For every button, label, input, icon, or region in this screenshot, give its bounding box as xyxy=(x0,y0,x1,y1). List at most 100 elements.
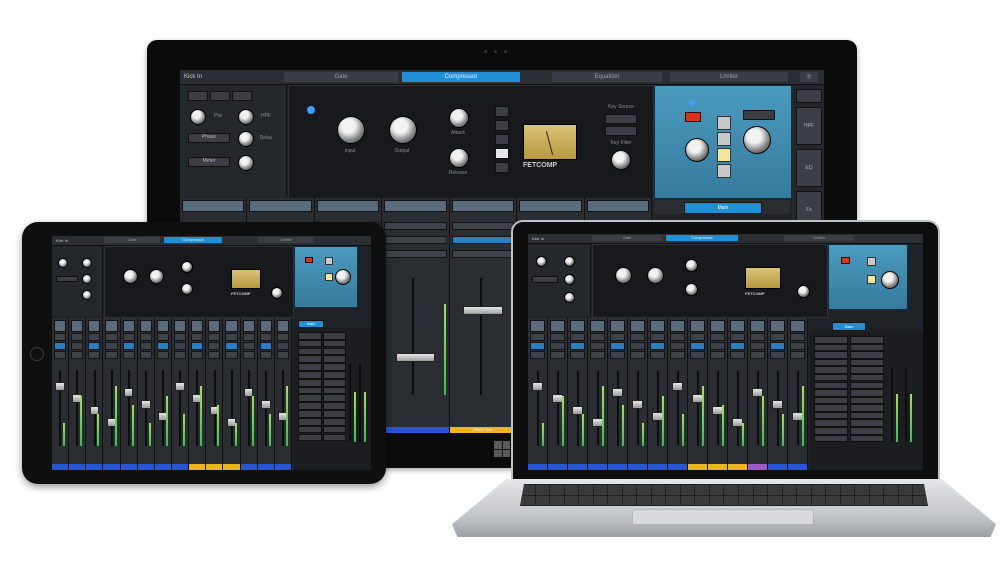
channel-fx-thumbnail[interactable] xyxy=(770,320,785,332)
solo-button[interactable] xyxy=(259,342,272,351)
keyboard-key[interactable] xyxy=(840,495,855,505)
fader-cap[interactable] xyxy=(611,387,624,397)
channel-fx-thumbnail[interactable] xyxy=(225,320,238,332)
phase-button[interactable] xyxy=(532,276,558,283)
mute-button[interactable] xyxy=(122,333,135,342)
solo-button[interactable] xyxy=(610,342,625,351)
channel-fx-thumbnail[interactable] xyxy=(610,320,625,332)
select-button[interactable] xyxy=(570,351,585,360)
subgroup-button[interactable] xyxy=(322,378,347,387)
release-knob[interactable] xyxy=(685,283,698,296)
subgroup-button[interactable] xyxy=(814,389,848,397)
tab-compressor[interactable]: Compressor xyxy=(402,72,520,82)
keyboard-key[interactable] xyxy=(826,485,840,495)
subgroup-button[interactable] xyxy=(814,358,848,367)
keyboard-key[interactable] xyxy=(753,495,768,505)
channel-fx-thumbnail[interactable] xyxy=(191,320,204,332)
fader-cap[interactable] xyxy=(260,400,271,410)
tab-gate[interactable]: Gate xyxy=(592,235,662,241)
keyboard-key[interactable] xyxy=(651,495,666,505)
input-knob[interactable] xyxy=(337,116,365,144)
main-button[interactable]: Main xyxy=(832,322,866,331)
solo-button[interactable] xyxy=(139,342,152,351)
channel-fx-thumbnail[interactable] xyxy=(550,320,565,332)
channel-fx-thumbnail[interactable] xyxy=(570,320,585,332)
windows-logo-icon[interactable] xyxy=(494,441,510,457)
fader-cap[interactable] xyxy=(462,306,503,316)
channel-fx-thumbnail[interactable] xyxy=(750,320,765,332)
keyboard-key[interactable] xyxy=(811,485,826,495)
select-button[interactable] xyxy=(650,351,665,360)
select-button[interactable] xyxy=(610,351,625,360)
subgroup-button[interactable] xyxy=(814,434,848,443)
mute-button[interactable] xyxy=(451,221,515,230)
side-button[interactable] xyxy=(796,89,822,103)
subgroup-button[interactable] xyxy=(298,425,322,434)
solo-button[interactable] xyxy=(105,342,118,351)
keyboard-key[interactable] xyxy=(651,485,666,495)
subgroup-button[interactable] xyxy=(814,411,848,420)
delay-knob[interactable] xyxy=(564,274,575,285)
mute-button[interactable] xyxy=(610,333,625,342)
hpf-knob[interactable] xyxy=(564,256,575,267)
keyboard-key[interactable] xyxy=(622,495,637,505)
subgroup-button[interactable] xyxy=(298,378,322,387)
main-button[interactable]: Main xyxy=(684,202,762,214)
channel-fx-thumbnail[interactable] xyxy=(174,320,187,332)
subgroup-button[interactable] xyxy=(850,351,884,359)
solo-button[interactable] xyxy=(670,342,685,351)
channel-fx-thumbnail[interactable] xyxy=(710,320,725,332)
select-button[interactable] xyxy=(276,351,289,360)
subgroup-button[interactable] xyxy=(298,417,322,426)
mute-button[interactable] xyxy=(530,333,545,342)
solo-button[interactable] xyxy=(710,342,725,351)
mute-button[interactable] xyxy=(242,333,255,342)
subgroup-button[interactable] xyxy=(298,371,322,379)
subgroup-button[interactable] xyxy=(298,410,322,418)
keyboard-key[interactable] xyxy=(811,495,826,505)
select-button[interactable] xyxy=(191,351,204,360)
subgroup-button[interactable] xyxy=(814,427,848,435)
mute-button[interactable] xyxy=(156,333,169,342)
attack-knob[interactable] xyxy=(449,108,469,128)
solo-button[interactable] xyxy=(451,235,515,244)
delay-knob[interactable] xyxy=(238,131,254,147)
channel-fx-thumbnail[interactable] xyxy=(71,320,84,332)
keyboard-key[interactable] xyxy=(724,485,739,495)
pre-knob[interactable] xyxy=(536,256,547,267)
subgroup-button[interactable] xyxy=(322,355,347,364)
threshold-knob[interactable] xyxy=(685,138,709,162)
output-knob[interactable] xyxy=(647,267,664,284)
width-knob[interactable] xyxy=(82,290,92,300)
select-button[interactable] xyxy=(590,351,605,360)
strip-button[interactable] xyxy=(210,91,230,101)
channel-fx-thumbnail[interactable] xyxy=(519,200,582,212)
keyboard-key[interactable] xyxy=(637,485,651,495)
subgroup-button[interactable] xyxy=(850,381,884,390)
mute-button[interactable] xyxy=(730,333,745,342)
ratio-button[interactable] xyxy=(495,134,509,145)
solo-button[interactable] xyxy=(750,342,765,351)
subgroup-button[interactable] xyxy=(322,410,347,418)
select-button[interactable] xyxy=(225,351,238,360)
select-button[interactable] xyxy=(730,351,745,360)
subgroup-button[interactable] xyxy=(322,425,347,434)
mute-button[interactable] xyxy=(690,333,705,342)
tab-limiter[interactable]: Limiter xyxy=(258,237,314,243)
select-button[interactable] xyxy=(770,351,785,360)
subgroup-button[interactable] xyxy=(322,363,347,371)
select-button[interactable] xyxy=(630,351,645,360)
keyboard-key[interactable] xyxy=(724,495,739,505)
select-button[interactable] xyxy=(790,351,805,360)
trackpad[interactable] xyxy=(632,509,814,525)
keyboard-key[interactable] xyxy=(898,485,913,495)
mute-button[interactable] xyxy=(770,333,785,342)
solo-button[interactable] xyxy=(156,342,169,351)
meter-button[interactable]: Meter xyxy=(188,157,230,167)
release-knob[interactable] xyxy=(449,148,469,168)
solo-button[interactable] xyxy=(276,342,289,351)
select-button[interactable] xyxy=(690,351,705,360)
solo-button[interactable] xyxy=(530,342,545,351)
tab-equalizer[interactable]: Equalizer xyxy=(552,72,662,82)
subgroup-button[interactable] xyxy=(850,336,884,344)
